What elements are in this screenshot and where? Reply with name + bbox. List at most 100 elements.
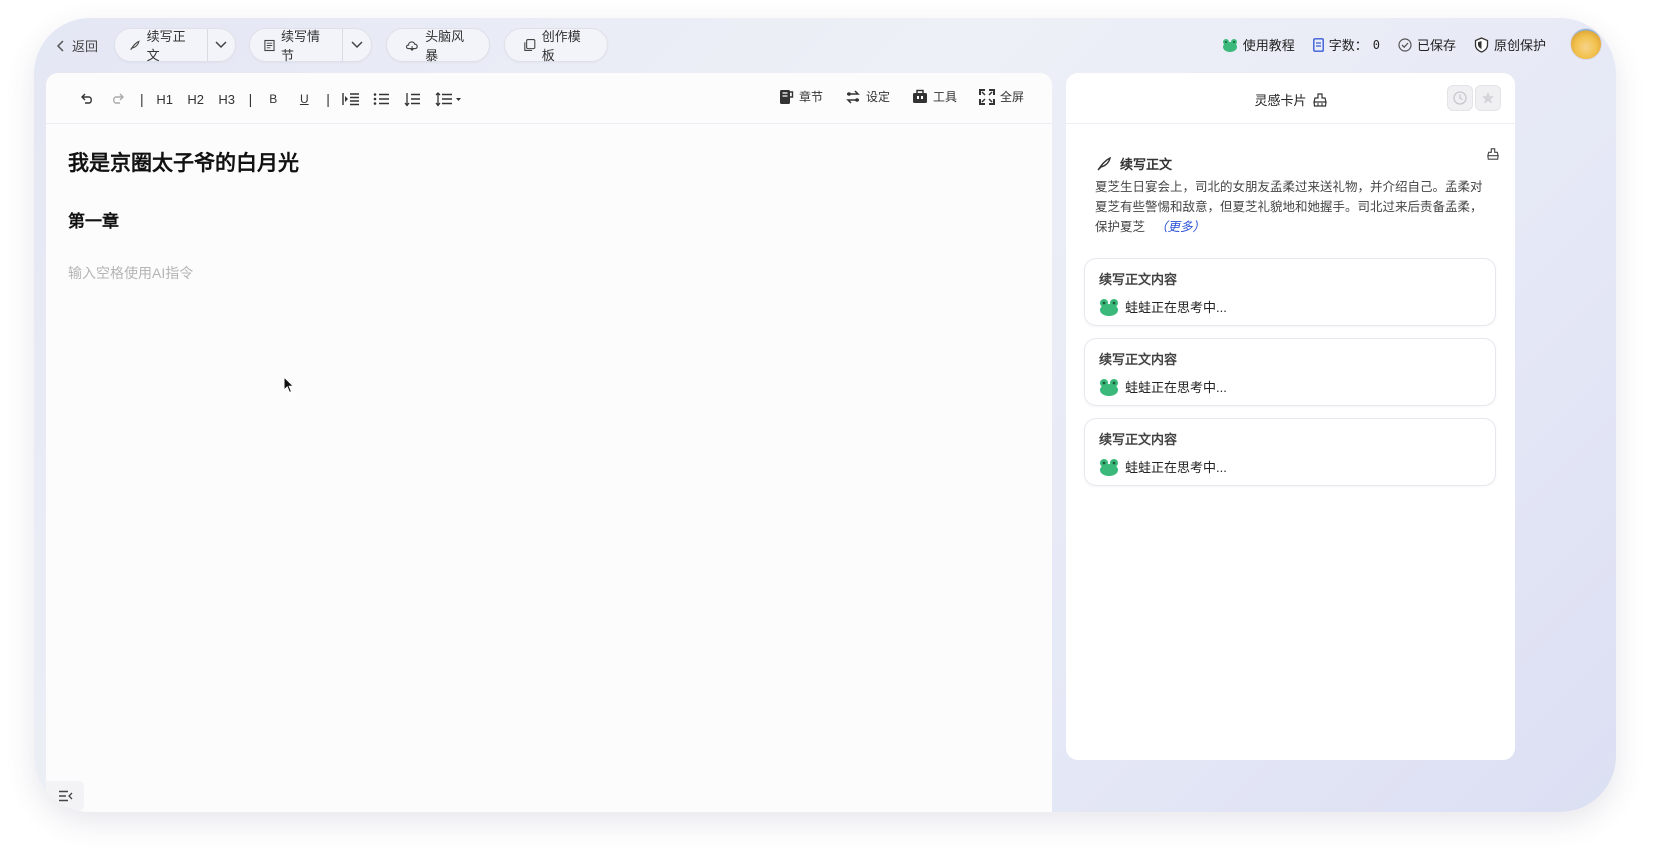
- document-title[interactable]: 我是京圈太子爷的白月光: [68, 147, 1030, 177]
- more-link[interactable]: （更多）: [1155, 220, 1205, 234]
- continue-plot-expand[interactable]: [343, 29, 371, 61]
- chapter-icon: [779, 89, 794, 104]
- avatar[interactable]: [1570, 28, 1602, 60]
- bold-button[interactable]: B: [260, 87, 286, 111]
- word-count-label: 字数：: [1328, 38, 1368, 53]
- menu-collapse-icon: [58, 790, 72, 802]
- top-bar: 返回 续写正文 续写情节 头脑风暴 创作模板 使用教程 字数： 0 已保存 原创…: [34, 18, 1616, 74]
- chapter-heading[interactable]: 第一章: [68, 207, 1030, 232]
- indent-button[interactable]: [338, 87, 364, 111]
- redo-button[interactable]: [105, 87, 131, 111]
- settings-button[interactable]: 设定: [845, 88, 890, 105]
- redo-icon: [113, 93, 124, 104]
- outline-toggle-button[interactable]: [46, 781, 84, 811]
- summary-heading: 续写正文: [1120, 157, 1173, 172]
- broom-icon[interactable]: [1487, 148, 1499, 160]
- card-status: 蛙蛙正在思考中...: [1125, 380, 1227, 395]
- transfer-icon: [846, 89, 860, 104]
- tools-button[interactable]: 工具: [912, 88, 957, 105]
- favorites-button[interactable]: [1475, 85, 1501, 111]
- frog-icon: [1222, 38, 1237, 52]
- indent-icon: [342, 93, 359, 106]
- frog-icon: [1100, 298, 1118, 316]
- continue-plot-button[interactable]: 续写情节: [250, 29, 342, 63]
- settings-label: 设定: [865, 90, 890, 104]
- continue-text-button[interactable]: 续写正文: [115, 29, 207, 63]
- list-icon: [1312, 37, 1324, 52]
- heading2-button[interactable]: H2: [183, 87, 209, 111]
- inspiration-card[interactable]: 续写正文内容 蛙蛙正在思考中...: [1084, 258, 1496, 326]
- inspiration-panel: 灵感卡片 续写正文 夏芝生日宴会上，司北的女朋友孟柔过来送礼物，并介绍自己。孟柔…: [1066, 73, 1515, 760]
- word-count-value: 0: [1372, 37, 1380, 52]
- line-height-icon: [435, 91, 461, 107]
- card-title: 续写正文内容: [1099, 272, 1178, 287]
- bullet-list-button[interactable]: [369, 87, 395, 111]
- chapter-label: 章节: [798, 90, 823, 104]
- heading3-button[interactable]: H3: [214, 87, 240, 111]
- fullscreen-label: 全屏: [999, 90, 1024, 104]
- continue-text-expand[interactable]: [208, 29, 235, 61]
- chapter-button[interactable]: 章节: [779, 88, 823, 105]
- inspiration-card[interactable]: 续写正文内容 蛙蛙正在思考中...: [1084, 338, 1496, 406]
- saved-status: 已保存: [1398, 35, 1456, 54]
- brainstorm-button[interactable]: 头脑风暴: [386, 28, 490, 63]
- tutorial-link[interactable]: 使用教程: [1222, 35, 1295, 54]
- card-title: 续写正文内容: [1099, 352, 1178, 367]
- quill-icon: [1097, 156, 1111, 170]
- document-icon: [264, 39, 275, 51]
- word-count: 字数： 0: [1312, 35, 1380, 54]
- continue-text-label: 续写正文: [146, 29, 186, 63]
- quill-icon: [130, 39, 140, 50]
- tools-label: 工具: [932, 90, 957, 104]
- summary-body: 夏芝生日宴会上，司北的女朋友孟柔过来送礼物，并介绍自己。孟柔对夏芝有些警惕和敌意…: [1095, 180, 1483, 234]
- panel-header: 灵感卡片: [1066, 73, 1515, 124]
- template-button[interactable]: 创作模板: [504, 28, 608, 63]
- continue-plot-label: 续写情节: [280, 29, 320, 63]
- back-button[interactable]: 返回: [56, 36, 98, 55]
- card-title: 续写正文内容: [1099, 432, 1178, 447]
- copy-icon: [524, 39, 536, 51]
- undo-icon: [81, 93, 92, 104]
- toolbar-separator: |: [326, 91, 330, 107]
- chevron-down-icon: [351, 41, 363, 49]
- brainstorm-label: 头脑风暴: [425, 29, 465, 63]
- editor-content[interactable]: 我是京圈太子爷的白月光 第一章 输入空格使用AI指令: [46, 124, 1052, 305]
- app-window: 返回 续写正文 续写情节 头脑风暴 创作模板 使用教程 字数： 0 已保存 原创…: [34, 18, 1616, 812]
- line-height-button[interactable]: [431, 87, 467, 111]
- back-label: 返回: [72, 39, 99, 54]
- frog-icon: [1100, 378, 1118, 396]
- card-status: 蛙蛙正在思考中...: [1125, 460, 1227, 475]
- broom-icon[interactable]: [1312, 92, 1327, 107]
- continue-text-dropdown[interactable]: 续写正文: [114, 28, 236, 63]
- editor-toolbar: | H1 H2 H3 | B U | 章节 设定 工具 全屏: [46, 73, 1052, 124]
- bullet-list-icon: [374, 93, 390, 105]
- frog-icon: [1100, 458, 1118, 476]
- heading1-button[interactable]: H1: [152, 87, 178, 111]
- fullscreen-icon: [978, 88, 995, 105]
- protect-label: 原创保护: [1493, 38, 1546, 53]
- summary-section: 续写正文 夏芝生日宴会上，司北的女朋友孟柔过来送礼物，并介绍自己。孟柔对夏芝有些…: [1066, 124, 1515, 237]
- ai-command-placeholder[interactable]: 输入空格使用AI指令: [68, 263, 1030, 283]
- undo-button[interactable]: [74, 87, 100, 111]
- cloud-icon: [405, 40, 418, 51]
- shield-icon: [1474, 36, 1489, 53]
- star-icon: [1482, 92, 1494, 104]
- toolbox-icon: [912, 89, 927, 103]
- fullscreen-button[interactable]: 全屏: [978, 88, 1024, 105]
- continue-plot-dropdown[interactable]: 续写情节: [249, 28, 372, 63]
- ordered-list-button[interactable]: [400, 87, 426, 111]
- toolbar-separator: |: [248, 91, 253, 107]
- sort-list-icon: [404, 92, 421, 107]
- inspiration-card[interactable]: 续写正文内容 蛙蛙正在思考中...: [1084, 418, 1496, 486]
- underline-button[interactable]: U: [291, 87, 317, 111]
- header-tools: 使用教程 字数： 0 已保存 原创保护: [1222, 35, 1546, 54]
- chevron-down-icon: [215, 41, 227, 49]
- editor-pane: | H1 H2 H3 | B U | 章节 设定 工具 全屏 我是京圈太子爷的白…: [46, 73, 1052, 812]
- chevron-left-icon: [56, 39, 64, 52]
- tutorial-label: 使用教程: [1242, 38, 1295, 53]
- card-status: 蛙蛙正在思考中...: [1125, 300, 1227, 315]
- toolbar-separator: |: [140, 91, 144, 107]
- check-circle-icon: [1398, 37, 1412, 52]
- history-button[interactable]: [1447, 85, 1473, 111]
- original-protection-button[interactable]: 原创保护: [1474, 35, 1546, 54]
